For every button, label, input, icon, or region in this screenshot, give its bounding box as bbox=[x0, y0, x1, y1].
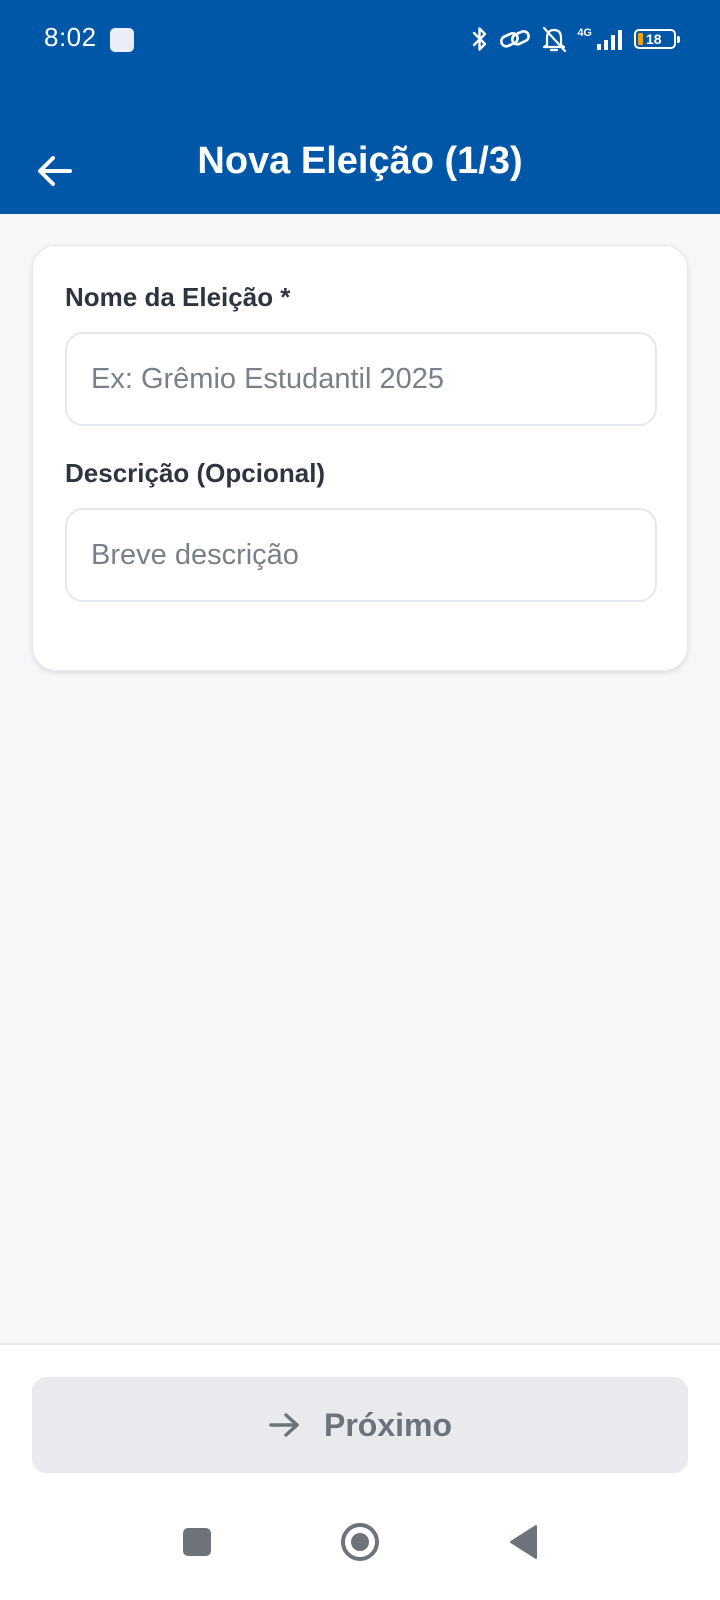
bell-off-icon bbox=[543, 26, 567, 53]
arrow-right-icon bbox=[269, 1413, 299, 1437]
next-label: Próximo bbox=[323, 1406, 453, 1443]
description-input[interactable] bbox=[65, 508, 657, 602]
signal-icon bbox=[597, 30, 622, 50]
header: 8:02 4G 18 Nova Eleição (1/3) bbox=[0, 0, 720, 214]
description-label: Descrição (Opcional) bbox=[65, 458, 326, 488]
status-icons: 4G 18 bbox=[471, 22, 680, 56]
home-circle-icon bbox=[341, 1523, 379, 1561]
page-title: Nova Eleição (1/3) bbox=[197, 140, 523, 182]
app-bar: Nova Eleição (1/3) bbox=[0, 120, 720, 214]
system-nav-bar bbox=[0, 1497, 720, 1587]
back-triangle-icon bbox=[510, 1525, 537, 1559]
form-card: Nome da Eleição * Descrição (Opcional) bbox=[32, 245, 688, 671]
recents-button[interactable] bbox=[170, 1515, 224, 1569]
home-button[interactable] bbox=[333, 1515, 387, 1569]
name-label: Nome da Eleição * bbox=[65, 282, 291, 312]
election-name-input[interactable] bbox=[65, 332, 657, 426]
network-type: 4G bbox=[577, 26, 592, 39]
notification-square-icon bbox=[110, 28, 134, 52]
bluetooth-icon bbox=[473, 27, 487, 51]
battery-fill bbox=[638, 33, 643, 45]
link-icon bbox=[500, 30, 531, 48]
battery-level: 18 bbox=[646, 31, 662, 47]
next-button[interactable]: Próximo bbox=[32, 1377, 688, 1473]
nav-back-button[interactable] bbox=[496, 1515, 550, 1569]
recents-square-icon bbox=[183, 1528, 211, 1556]
status-time: 8:02 bbox=[44, 22, 97, 52]
battery-icon: 18 bbox=[634, 29, 680, 49]
status-bar: 8:02 4G 18 bbox=[0, 0, 720, 80]
